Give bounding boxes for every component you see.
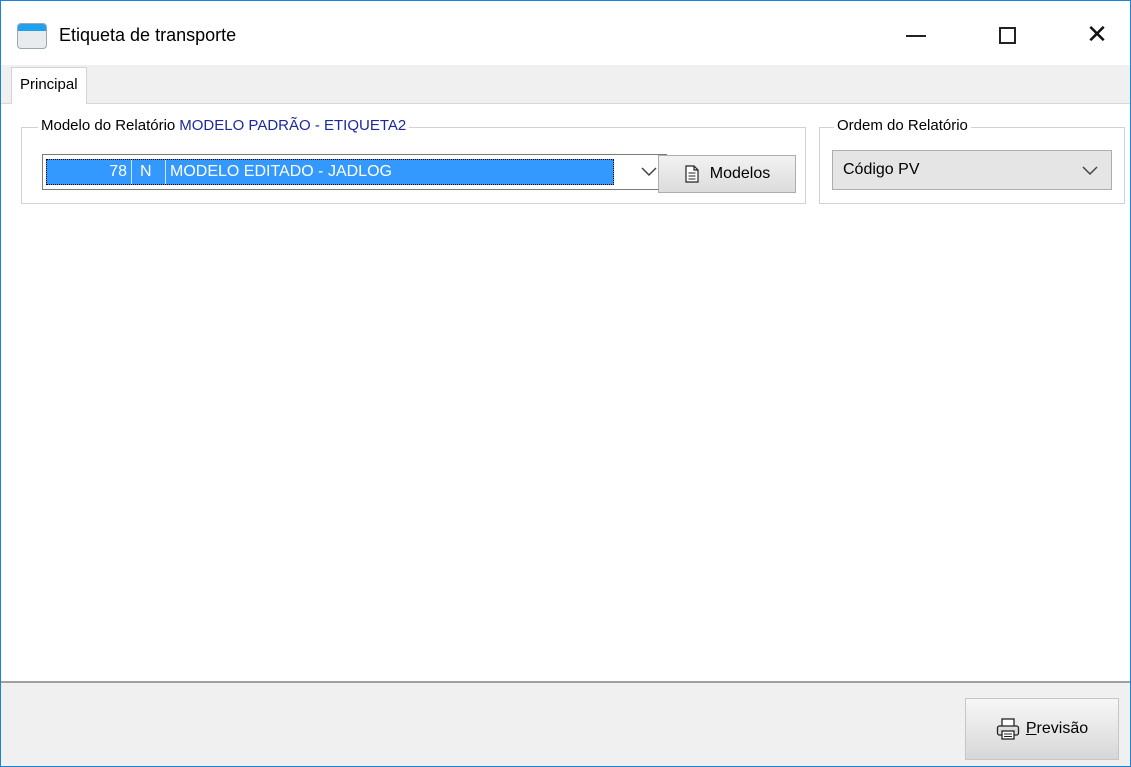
maximize-icon <box>998 26 1016 44</box>
report-model-select[interactable]: 78 N MODELO EDITADO - JADLOG <box>42 154 667 190</box>
close-button[interactable]: ✕ <box>1075 17 1119 53</box>
preview-button-label: Previsão <box>1025 720 1089 737</box>
minimize-button[interactable] <box>894 17 938 53</box>
report-model-legend: Modelo do Relatório MODELO PADRÃO - ETIQU… <box>38 117 410 134</box>
model-code: 78 <box>47 160 132 184</box>
tab-principal[interactable]: Principal <box>11 67 87 104</box>
minimize-icon <box>906 35 926 37</box>
report-order-label: Ordem do Relatório <box>834 117 971 134</box>
document-icon <box>685 165 699 183</box>
maximize-button[interactable] <box>985 17 1029 53</box>
current-model-name: MODELO PADRÃO - ETIQUETA2 <box>179 117 407 134</box>
app-window-icon <box>17 23 47 49</box>
report-model-group: Modelo do Relatório MODELO PADRÃO - ETIQU… <box>21 117 806 204</box>
window-title: Etiqueta de transporte <box>59 25 237 45</box>
footer-bar: Previsão <box>1 681 1130 766</box>
printer-icon <box>996 718 1020 740</box>
report-order-group: Ordem do Relatório Código PV <box>819 117 1125 204</box>
models-button-label: Modelos <box>709 165 771 182</box>
model-name: MODELO EDITADO - JADLOG <box>170 163 392 180</box>
preview-button[interactable]: Previsão <box>965 698 1119 760</box>
close-icon: ✕ <box>1086 20 1108 50</box>
selected-model-row: 78 N MODELO EDITADO - JADLOG <box>46 159 614 185</box>
models-button[interactable]: Modelos <box>658 155 796 193</box>
report-order-value: Código PV <box>843 161 920 178</box>
main-window: Etiqueta de transporte ✕ Principal Model… <box>0 0 1131 767</box>
model-flag: N <box>136 160 166 184</box>
chevron-down-icon[interactable] <box>1075 156 1105 186</box>
title-bar: Etiqueta de transporte ✕ <box>1 1 1130 65</box>
report-order-select[interactable]: Código PV <box>832 150 1112 190</box>
tab-strip: Principal <box>1 65 1130 104</box>
report-model-label: Modelo do Relatório <box>41 117 176 134</box>
